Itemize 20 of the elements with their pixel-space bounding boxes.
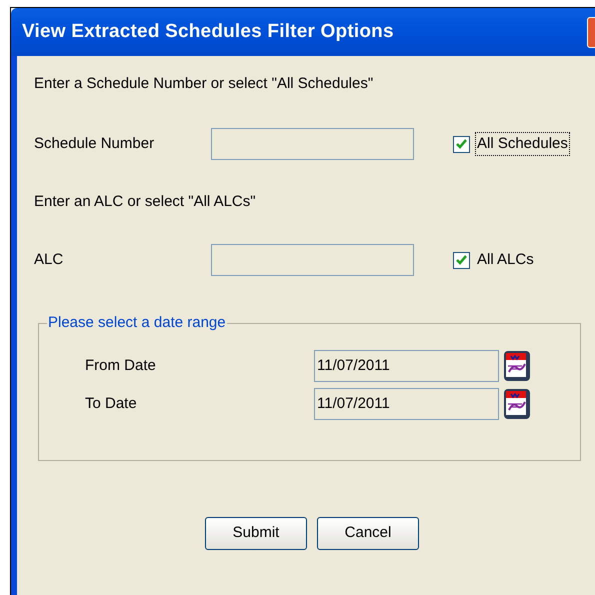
checkbox-label: All ALCs (476, 250, 535, 270)
text-field[interactable]: 11/07/2011 (314, 350, 499, 382)
checkbox-label: All Schedules (476, 132, 569, 156)
dialog-button[interactable]: Cancel (317, 517, 419, 550)
text-field[interactable]: 11/07/2011 (314, 388, 499, 420)
alc-prompt: Enter an ALC or select "All ALCs" (34, 192, 257, 211)
group-title: Please select a date range (47, 313, 227, 333)
checkbox[interactable] (453, 136, 470, 152)
date-label: From Date (85, 356, 157, 376)
checkbox[interactable] (453, 252, 470, 268)
field-label: ALC (34, 250, 64, 270)
text-field[interactable] (211, 128, 414, 160)
text-field[interactable] (211, 244, 414, 276)
field-label: Schedule Number (34, 134, 156, 154)
calendar-icon[interactable] (503, 388, 531, 420)
date-label: To Date (85, 394, 138, 414)
window-title: View Extracted Schedules Filter Options (22, 20, 394, 44)
dialog-button[interactable]: Submit (205, 517, 307, 550)
calendar-icon[interactable] (503, 350, 531, 382)
schedule-prompt: Enter a Schedule Number or select "All Schedules" (34, 74, 374, 93)
